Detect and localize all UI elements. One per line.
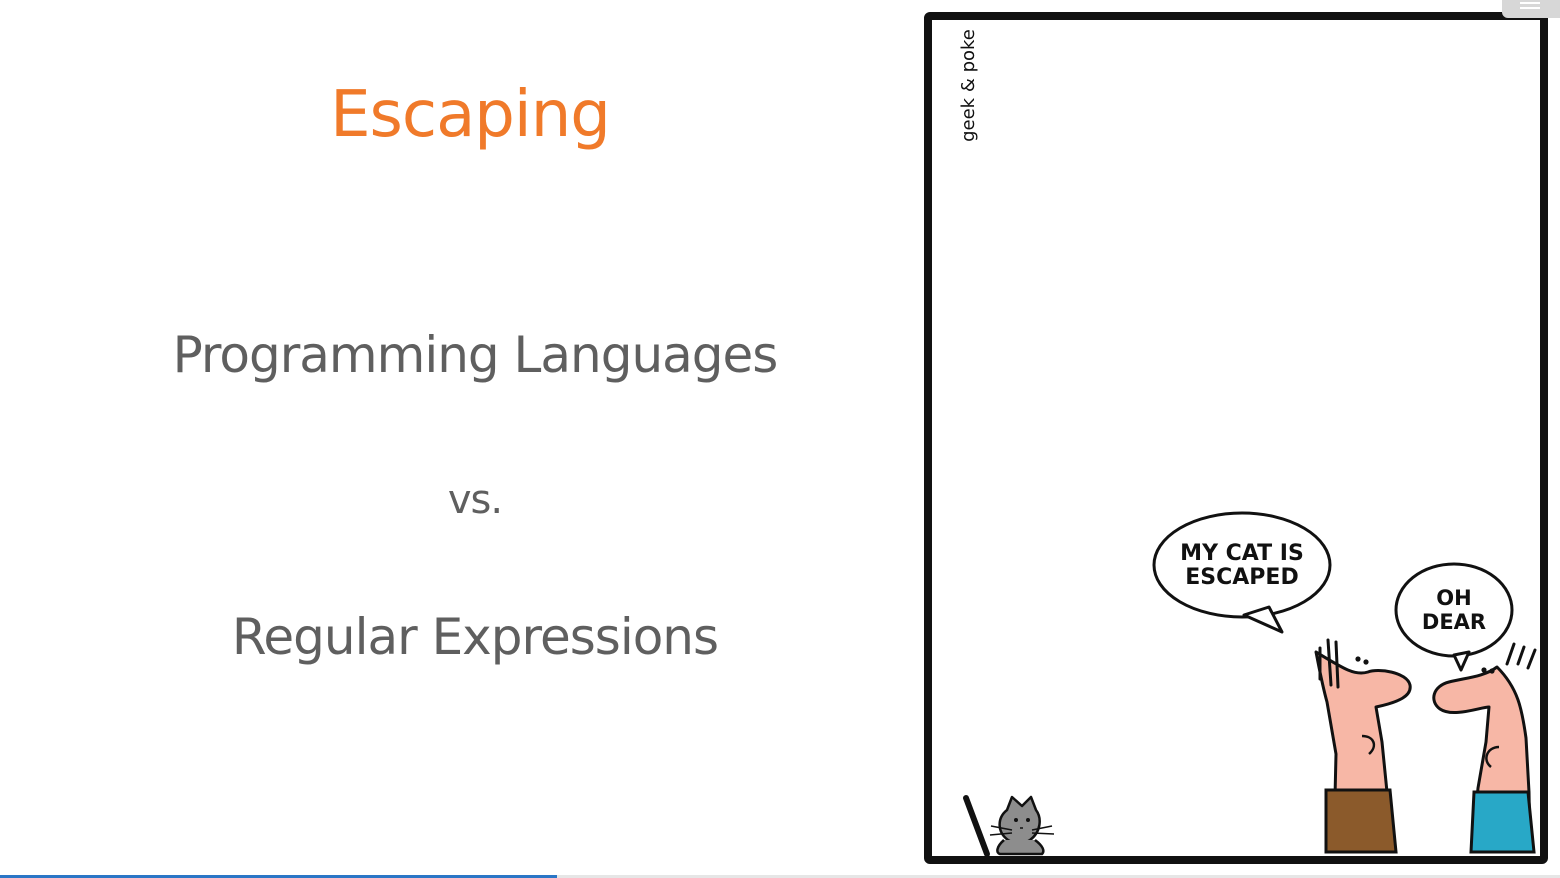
person-left: [1314, 638, 1412, 854]
bubble-right-line2: DEAR: [1422, 610, 1486, 634]
slide: Escaping Programming Languages vs. Regul…: [0, 0, 1560, 878]
speech-bubble-left: MY CAT IS ESCAPED: [1152, 511, 1332, 634]
bubble-right-line1: OH: [1436, 586, 1471, 610]
menu-icon[interactable]: [1502, 0, 1560, 18]
bubble-left-line1: MY CAT IS: [1180, 541, 1304, 566]
cat-illustration: [963, 795, 1055, 857]
topic-vs: vs.: [447, 477, 503, 523]
person-right: [1432, 642, 1537, 854]
topic-programming-languages: Programming Languages: [172, 326, 779, 384]
bubble-left-line2: ESCAPED: [1185, 565, 1298, 590]
topic-regular-expressions: Regular Expressions: [231, 608, 719, 666]
slide-title: Escaping: [330, 78, 611, 152]
comic-illustration: MY CAT IS ESCAPED OH DEAR: [963, 511, 1537, 857]
speech-bubble-right: OH DEAR: [1394, 562, 1514, 672]
